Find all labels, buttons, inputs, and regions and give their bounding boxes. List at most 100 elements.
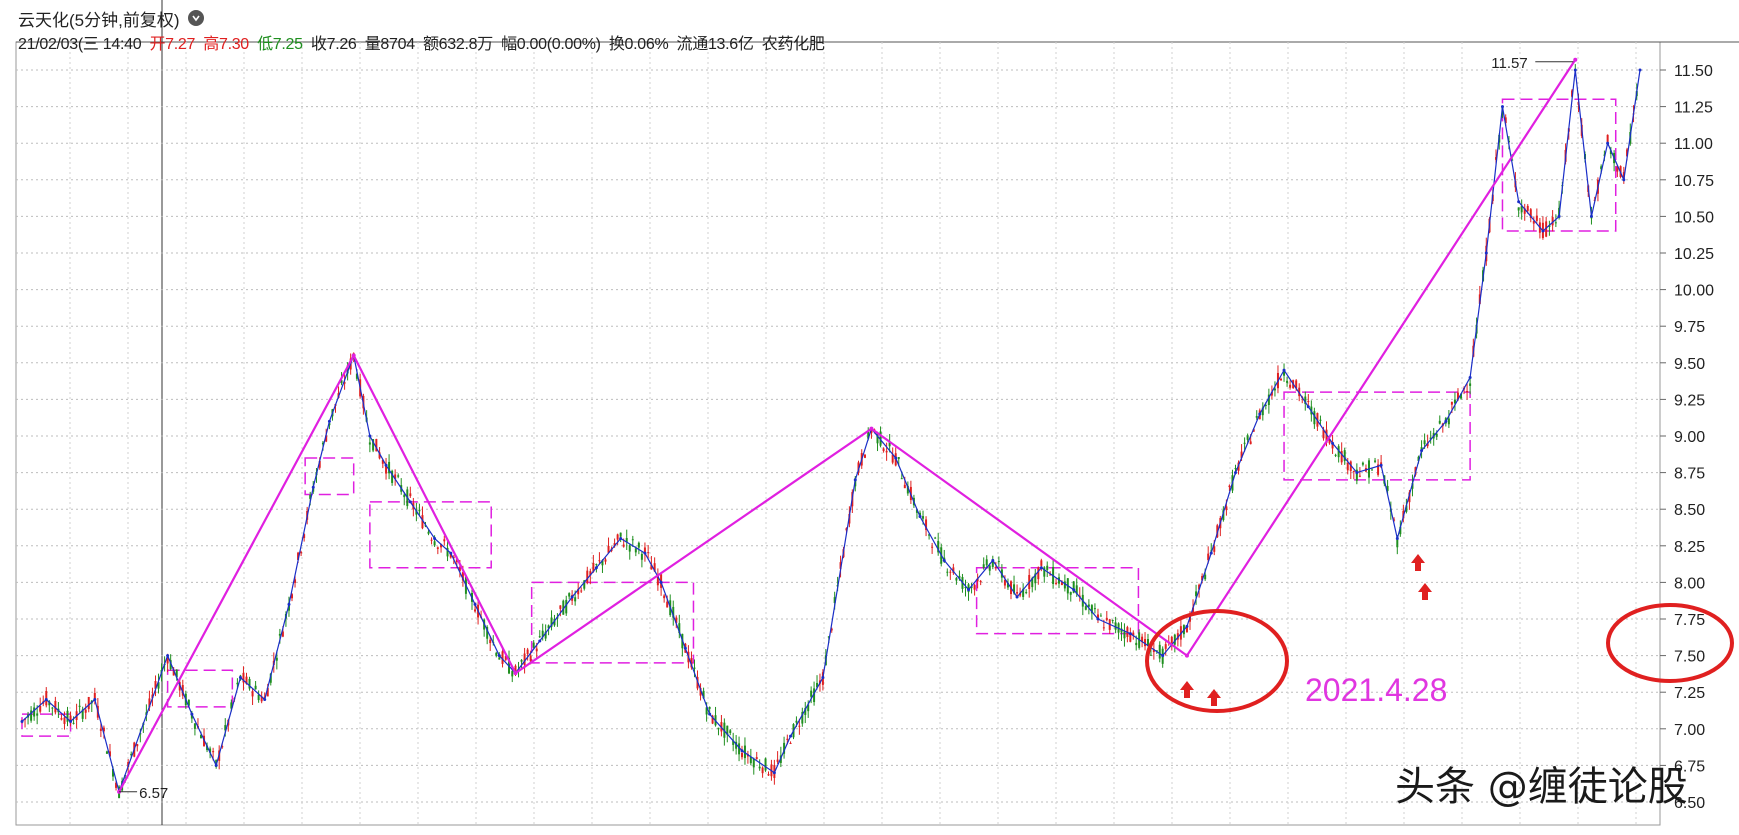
pen-point <box>708 712 712 716</box>
pen-point <box>683 646 687 650</box>
candle-body <box>882 448 885 452</box>
candle-body <box>1374 460 1377 462</box>
y-tick-label: 9.00 <box>1674 429 1705 446</box>
candle-body <box>368 442 371 445</box>
candle-body <box>300 552 303 554</box>
candle-body <box>752 759 755 768</box>
candle-body <box>761 767 764 774</box>
info-date: 21/02/03(三 14:40 <box>18 36 142 53</box>
pen-point <box>497 654 501 658</box>
info-high: 高7.30 <box>203 36 249 53</box>
candle-body <box>1158 644 1161 659</box>
y-tick-label: 11.50 <box>1674 63 1713 80</box>
candle-body <box>885 450 888 453</box>
candle-body <box>51 707 54 709</box>
pen-point <box>1039 566 1043 570</box>
candle-body <box>1352 471 1355 473</box>
pen-point <box>1622 178 1626 182</box>
chevron-down-icon[interactable] <box>187 10 204 26</box>
candle-body <box>559 605 562 609</box>
candle-body <box>1234 468 1237 470</box>
pen-point <box>1015 595 1019 599</box>
chart-title: 云天化(5分钟,前复权) <box>18 8 204 30</box>
candle-body <box>922 516 925 519</box>
up-arrow-icon <box>1207 689 1221 706</box>
candle-body <box>430 539 433 541</box>
candle-body <box>568 593 571 597</box>
pen-point <box>1258 412 1262 416</box>
y-tick-label: 7.25 <box>1674 685 1705 702</box>
stock-title: 云天化(5分钟,前复权) <box>18 10 180 30</box>
candle-body <box>1164 644 1167 649</box>
candle-body <box>36 713 39 716</box>
pen-point <box>384 463 388 467</box>
pen-point <box>853 478 857 482</box>
candle-body <box>99 728 102 731</box>
pen-point <box>918 515 922 519</box>
highlight-circle-axis <box>1606 603 1734 683</box>
candle-body <box>798 725 801 727</box>
pen-point <box>1606 141 1610 145</box>
candle-body <box>60 718 63 720</box>
candle-body <box>436 547 439 549</box>
info-close: 收7.26 <box>310 36 357 53</box>
candle-body <box>663 595 666 599</box>
pen-point <box>1500 105 1504 109</box>
pivot-zone <box>369 501 492 569</box>
y-tick-label: 7.50 <box>1674 649 1705 666</box>
candle-body <box>717 727 720 730</box>
candle-body <box>985 559 988 566</box>
pen-point <box>287 602 291 606</box>
info-sector: 农药化肥 <box>761 36 825 53</box>
candle-body <box>1069 592 1072 595</box>
candle-body <box>1535 215 1538 221</box>
y-tick-label: 10.75 <box>1674 173 1714 190</box>
candle-body <box>251 691 254 697</box>
candle-body <box>1123 631 1126 639</box>
pen-point <box>789 734 793 738</box>
pen-point <box>1379 463 1383 467</box>
candle-body <box>776 759 779 762</box>
y-tick-label: 9.75 <box>1674 319 1705 336</box>
candle-body <box>619 532 622 537</box>
y-tick-label: 11.25 <box>1674 100 1713 117</box>
up-arrow-icon <box>1418 583 1432 600</box>
candle-body <box>193 723 196 729</box>
candle-body <box>1243 442 1246 444</box>
info-float: 流通13.6亿 <box>676 36 754 53</box>
candle-body <box>427 531 430 534</box>
candle-body <box>136 744 139 747</box>
candle-body <box>1280 378 1283 381</box>
candle-body <box>1149 654 1152 656</box>
pen-point <box>1395 536 1399 540</box>
candle-body <box>903 484 906 489</box>
pen-point <box>1468 375 1472 379</box>
candle-body <box>647 552 650 554</box>
candle-body <box>946 571 949 573</box>
candle-body <box>63 717 66 724</box>
pen-point <box>1557 214 1561 218</box>
candle-body <box>1040 560 1043 566</box>
segment-point <box>869 426 874 431</box>
pivot-zone <box>21 713 72 737</box>
pen-point <box>942 558 946 562</box>
segment-point <box>513 671 518 676</box>
candle-body <box>257 694 260 701</box>
candle-body <box>1228 485 1231 488</box>
candle-body <box>489 639 492 644</box>
pen-point <box>166 654 170 658</box>
pen-point <box>1209 551 1213 555</box>
candle-body <box>758 766 761 769</box>
candle-body <box>1358 475 1361 477</box>
candle-body <box>78 705 81 707</box>
y-tick-label: 10.00 <box>1674 283 1714 300</box>
pen-point <box>327 419 331 423</box>
pen-point <box>659 580 663 584</box>
candle-body <box>403 494 406 498</box>
pen-point <box>214 763 218 767</box>
price-chart[interactable]: 11.50 11.25 11.00 10.75 10.50 10.25 10.00 9.75 9… <box>0 0 1739 830</box>
candle-body <box>418 509 421 512</box>
candle-body <box>755 757 758 760</box>
candle-body <box>1099 615 1102 617</box>
candle-body <box>1606 134 1609 143</box>
